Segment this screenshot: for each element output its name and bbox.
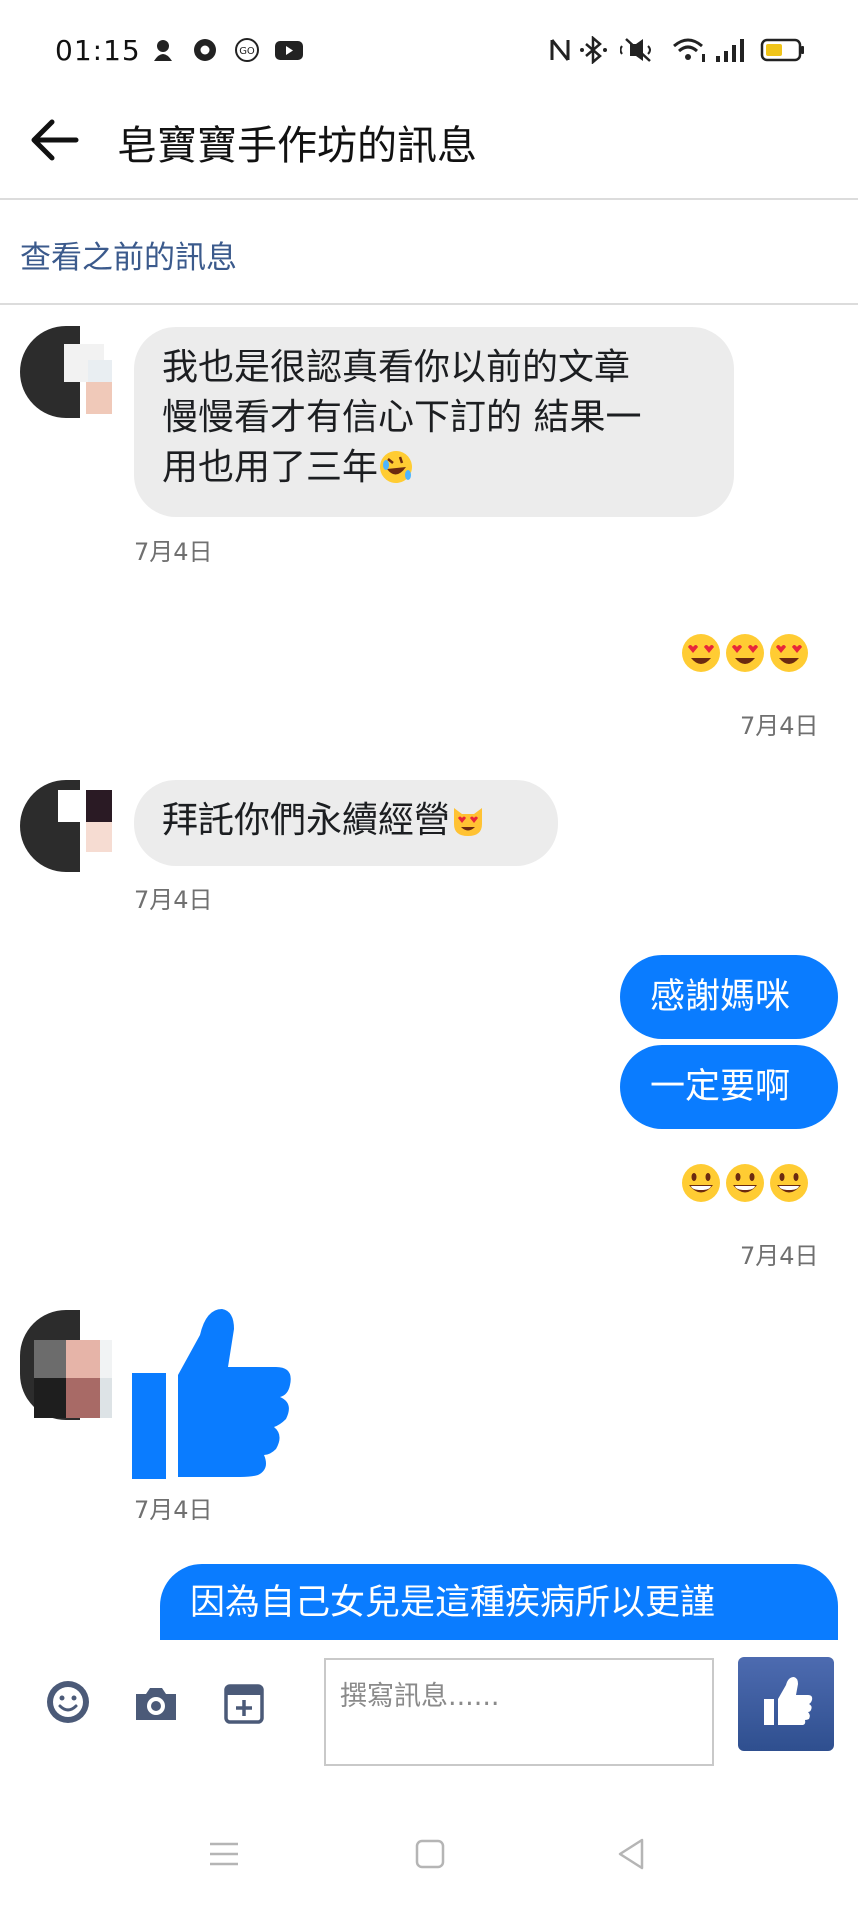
mute-icon	[620, 38, 651, 62]
home-icon[interactable]	[412, 1836, 448, 1872]
grinning-face-emoji	[682, 1164, 720, 1202]
message-bubble-outgoing[interactable]: 感謝媽咪	[620, 955, 838, 1039]
message-line: 我也是很認真看你以前的文章	[162, 347, 631, 388]
message-date: 7月4日	[134, 886, 213, 914]
signal-icon	[716, 39, 744, 62]
message-date: 7月4日	[740, 1242, 819, 1270]
avatar[interactable]	[20, 780, 112, 872]
heart-eyes-emoji	[726, 634, 764, 672]
message-line: 用也用了三年	[162, 447, 379, 488]
see-previous-messages-link[interactable]: 查看之前的訊息	[20, 232, 237, 277]
emoji-message-outgoing[interactable]	[680, 632, 812, 676]
grinning-face-emoji	[770, 1164, 808, 1202]
camera-icon[interactable]	[132, 1680, 180, 1728]
rolling-on-floor-laughing-emoji	[380, 451, 413, 483]
message-bubble-outgoing[interactable]: 一定要啊	[620, 1045, 838, 1129]
message-line: 慢慢看才有信心下訂的 結果一	[162, 397, 642, 438]
grinning-face-emoji	[726, 1164, 764, 1202]
message-bubble-incoming[interactable]: 我也是很認真看你以前的文章 慢慢看才有信心下訂的 結果一 用也用了三年	[134, 327, 734, 517]
go-app-icon: GO	[235, 38, 259, 62]
message-date: 7月4日	[134, 1496, 213, 1524]
avatar[interactable]	[20, 326, 112, 418]
emoji-picker-icon[interactable]	[44, 1678, 92, 1726]
heart-eyes-emoji	[682, 634, 720, 672]
heart-eyes-emoji	[770, 634, 808, 672]
heart-eyes-cat-emoji	[454, 808, 483, 836]
emoji-message-outgoing[interactable]	[680, 1162, 812, 1206]
message-date: 7月4日	[134, 538, 213, 566]
svg-text:GO: GO	[239, 46, 255, 57]
sticker-add-icon[interactable]	[220, 1680, 268, 1728]
message-input[interactable]: 撰寫訊息......	[324, 1658, 714, 1766]
thumbs-up-icon[interactable]	[130, 1305, 296, 1481]
header-divider	[0, 198, 858, 200]
back-arrow-icon[interactable]	[26, 112, 82, 168]
message-bubble-outgoing-partial[interactable]: 因為自己女兒是這種疾病所以更謹	[160, 1564, 838, 1640]
notification-app-icon	[154, 40, 172, 61]
youtube-icon	[275, 41, 303, 60]
battery-icon	[760, 38, 804, 62]
message-text: 因為自己女兒是這種疾病所以更謹	[160, 1564, 838, 1640]
wifi-icon	[673, 38, 705, 62]
bluetooth-icon	[580, 36, 607, 64]
avatar[interactable]	[20, 1310, 112, 1428]
message-text: 拜託你們永續經營	[162, 800, 451, 841]
message-date: 7月4日	[740, 712, 819, 740]
chrome-icon	[194, 39, 216, 61]
send-like-button[interactable]	[738, 1657, 834, 1751]
message-input-placeholder: 撰寫訊息......	[340, 1681, 500, 1712]
recent-apps-icon[interactable]	[206, 1836, 242, 1872]
status-time: 01:15	[55, 34, 141, 67]
page-title: 皂寶寶手作坊的訊息	[117, 123, 477, 169]
nfc-icon	[550, 39, 570, 61]
section-divider	[0, 303, 858, 305]
message-bubble-incoming[interactable]: 拜託你們永續經營	[134, 780, 558, 866]
back-nav-icon[interactable]	[614, 1836, 650, 1872]
thumbs-up-icon	[764, 1677, 813, 1725]
